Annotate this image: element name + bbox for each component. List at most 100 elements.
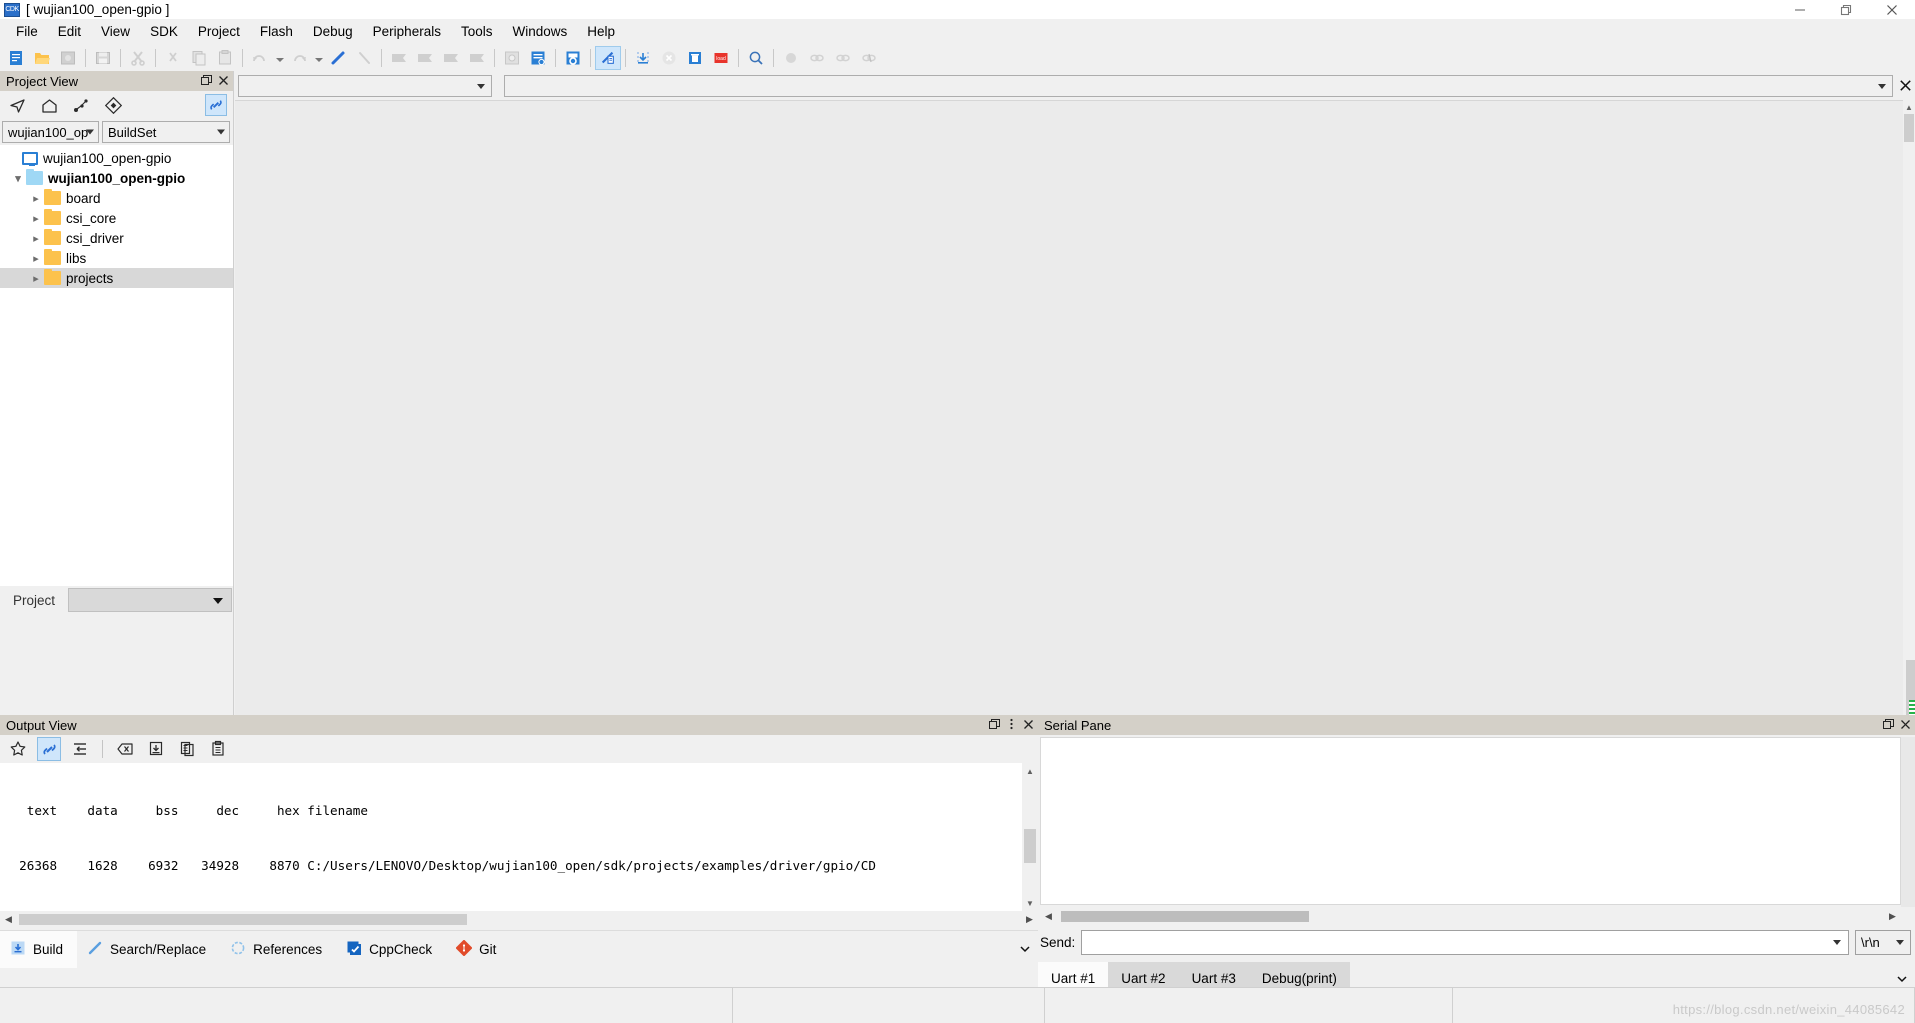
output-horizontal-scrollbar[interactable]: ◀ ▶ (0, 911, 1038, 928)
buildset-selector[interactable]: BuildSet (102, 121, 230, 143)
scroll-left-icon[interactable]: ◀ (1040, 908, 1057, 925)
new-file-icon[interactable] (3, 46, 29, 70)
svg-text:load: load (716, 56, 726, 62)
float-icon[interactable] (987, 716, 1001, 732)
close-icon[interactable] (216, 72, 230, 88)
editor-canvas[interactable] (235, 100, 1903, 724)
close-icon[interactable] (1898, 716, 1912, 732)
editor-symbol-combo[interactable] (504, 74, 1893, 97)
chevron-down-icon[interactable]: ▾ (10, 170, 26, 186)
menu-windows[interactable]: Windows (502, 21, 577, 42)
tab-build[interactable]: Build (0, 930, 78, 968)
serial-vertical-scrollbar[interactable] (1901, 737, 1915, 907)
tab-project[interactable]: Project (0, 586, 69, 614)
menu-flash[interactable]: Flash (250, 21, 303, 42)
menu-peripherals[interactable]: Peripherals (363, 21, 451, 42)
tab-cppcheck[interactable]: CppCheck (336, 931, 446, 968)
float-icon[interactable] (199, 72, 213, 88)
scroll-down-icon[interactable]: ▼ (1022, 895, 1038, 911)
line-ending-selector[interactable]: \r\n (1855, 929, 1911, 955)
clear-output-icon[interactable] (113, 737, 137, 761)
favorite-star-icon[interactable] (6, 737, 30, 761)
chevron-right-icon[interactable]: ▸ (28, 190, 44, 206)
menu-edit[interactable]: Edit (48, 21, 91, 42)
navigate-icon[interactable] (6, 94, 28, 116)
tab-overflow-icon[interactable] (1012, 943, 1038, 955)
menu-icon[interactable] (1004, 716, 1018, 732)
editor-scope-combo[interactable] (238, 74, 492, 97)
home-icon[interactable] (38, 94, 60, 116)
serial-send-input[interactable] (1081, 929, 1849, 955)
tree-item-csi-driver[interactable]: ▸ csi_driver (0, 228, 233, 248)
clean-icon[interactable] (682, 46, 708, 70)
scrollbar-thumb[interactable] (19, 914, 467, 925)
scrollbar-thumb[interactable] (1061, 910, 1309, 922)
open-folder-icon[interactable] (29, 46, 55, 70)
chevron-right-icon[interactable]: ▸ (28, 230, 44, 246)
scroll-up-icon[interactable]: ▲ (1022, 763, 1038, 779)
tree-item-solution[interactable]: wujian100_open-gpio (0, 148, 233, 168)
close-icon[interactable] (1021, 716, 1035, 732)
redo-dropdown-icon[interactable] (312, 46, 325, 70)
output-vertical-scrollbar[interactable]: ▲ ▼ (1022, 763, 1038, 911)
close-icon[interactable] (1869, 0, 1915, 19)
scroll-right-icon[interactable]: ▶ (1021, 911, 1038, 928)
properties-icon[interactable] (102, 94, 124, 116)
float-icon[interactable] (1881, 716, 1895, 732)
chevron-right-icon[interactable]: ▸ (28, 210, 44, 226)
serial-output-area[interactable] (1040, 737, 1901, 905)
scrollbar-thumb[interactable] (1024, 829, 1036, 863)
project-tree[interactable]: wujian100_open-gpio ▾ wujian100_open-gpi… (0, 145, 233, 586)
link-icon[interactable] (205, 94, 227, 116)
download-to-board-icon[interactable] (595, 45, 621, 70)
tree-item-projects[interactable]: ▸ projects (0, 268, 233, 288)
menu-help[interactable]: Help (577, 21, 625, 42)
menu-tools[interactable]: Tools (451, 21, 503, 42)
scroll-left-icon[interactable]: ◀ (0, 911, 17, 928)
restore-icon[interactable] (1823, 0, 1869, 19)
tab-git[interactable]: Git (446, 931, 510, 968)
minimize-icon[interactable] (1777, 0, 1823, 19)
close-editor-icon[interactable] (1895, 75, 1915, 97)
scrollbar-track[interactable] (17, 911, 1021, 928)
paste-icon[interactable] (206, 737, 230, 761)
tree-item-csi-core[interactable]: ▸ csi_core (0, 208, 233, 228)
load-icon[interactable]: load (708, 46, 734, 70)
serial-horizontal-scrollbar[interactable]: ◀ ▶ (1040, 908, 1901, 924)
serial-tab-overflow-icon[interactable] (1889, 973, 1915, 985)
tree-item-project[interactable]: ▾ wujian100_open-gpio (0, 168, 233, 188)
save-output-icon[interactable] (144, 737, 168, 761)
menu-project[interactable]: Project (188, 21, 250, 42)
build-icon[interactable] (525, 46, 551, 70)
link-icon[interactable] (37, 737, 61, 761)
scroll-right-icon[interactable]: ▶ (1884, 908, 1901, 925)
scrollbar-thumb[interactable] (1904, 114, 1914, 142)
tree-item-board[interactable]: ▸ board (0, 188, 233, 208)
undo-dropdown-icon[interactable] (273, 46, 286, 70)
chevron-right-icon[interactable]: ▸ (28, 270, 44, 286)
tab-references[interactable]: References (220, 931, 336, 968)
tab-search-replace[interactable]: Search/Replace (77, 931, 220, 968)
copy-icon[interactable] (175, 737, 199, 761)
project-selector-value: wujian100_op (8, 124, 89, 140)
rebuild-icon[interactable] (560, 46, 586, 70)
scrollbar-track[interactable] (1057, 908, 1884, 925)
tree-item-libs[interactable]: ▸ libs (0, 248, 233, 268)
chevron-right-icon[interactable]: ▸ (28, 250, 44, 266)
scroll-up-icon[interactable]: ▲ (1903, 100, 1915, 114)
wrap-lines-icon[interactable] (68, 737, 92, 761)
tree-item-label: wujian100_open-gpio (43, 150, 172, 166)
expand-tree-icon[interactable] (70, 94, 92, 116)
menu-sdk[interactable]: SDK (140, 21, 188, 42)
bookmark-toggle-icon[interactable] (325, 46, 351, 70)
menu-debug[interactable]: Debug (303, 21, 363, 42)
editor-vertical-scrollbar[interactable]: ▲ (1903, 100, 1915, 724)
project-selector[interactable]: wujian100_op (2, 121, 99, 143)
log-line: text data bss dec hex filename (4, 802, 368, 818)
magnifier-icon[interactable] (743, 46, 769, 70)
project-view-dropdown[interactable] (68, 588, 232, 612)
menu-view[interactable]: View (91, 21, 140, 42)
download-icon[interactable] (630, 46, 656, 70)
build-output-log[interactable]: text data bss dec hex filename 26368 162… (0, 763, 1038, 911)
menu-file[interactable]: File (6, 21, 48, 42)
